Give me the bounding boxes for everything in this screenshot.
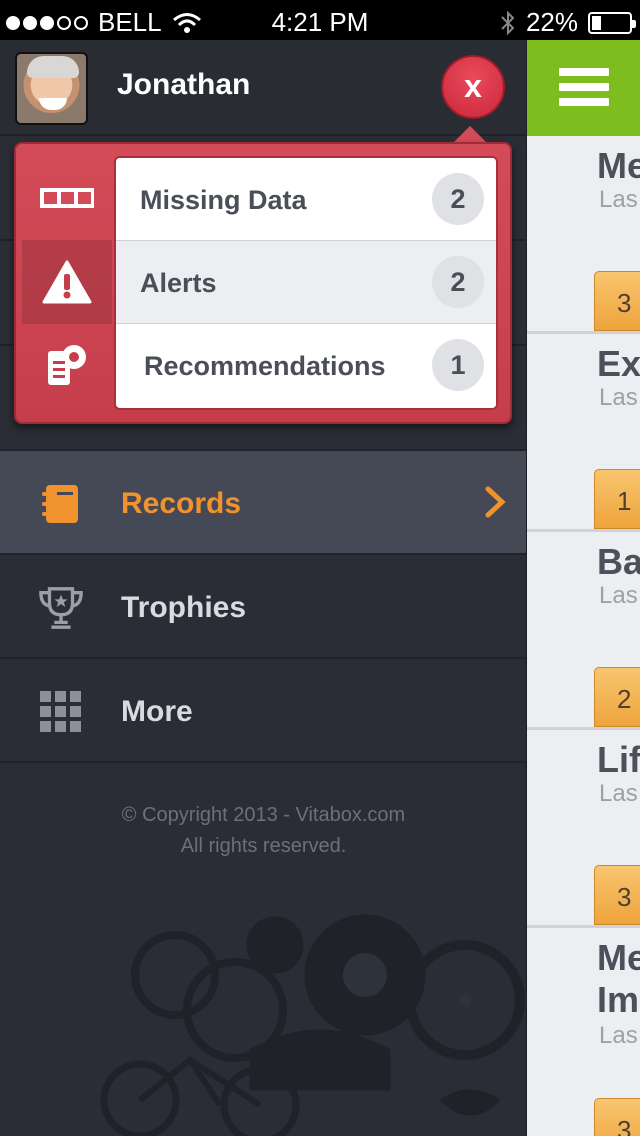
card-title: Ba: [597, 541, 640, 582]
content-topbar: [527, 40, 640, 136]
main-content-panel[interactable]: Me Las 3 Ex Las 1 Ba Las 2 Lif Las 3 Me …: [527, 40, 640, 1136]
battery-percent: 22%: [525, 7, 578, 37]
profile-header: Jonathan x: [0, 40, 526, 136]
bluetooth-icon: [501, 10, 515, 35]
nav-item-records[interactable]: Records: [0, 449, 526, 553]
status-bar: BELL 4:21 PM 22%: [0, 0, 640, 40]
notification-alerts[interactable]: Alerts 2: [116, 241, 496, 324]
nav-item-more[interactable]: More: [0, 657, 526, 761]
nav-menu: Records Trophies More: [0, 449, 526, 763]
avatar[interactable]: [15, 52, 88, 125]
copyright-line: All rights reserved.: [180, 835, 347, 857]
notification-list: Missing Data 2 Alerts 2 Recommendations …: [114, 156, 498, 410]
notebook-icon: [38, 481, 84, 527]
nav-item-label: Records: [121, 487, 242, 520]
card-count-badge: 3: [594, 271, 640, 331]
record-card[interactable]: Lif Las 3: [527, 730, 640, 928]
notification-popover: Missing Data 2 Alerts 2 Recommendations …: [14, 142, 512, 424]
copyright-line: © Copyright 2013 - Vitabox.com: [121, 804, 406, 826]
card-count-badge: 1: [594, 469, 640, 529]
card-title-line2: Im: [597, 979, 640, 1020]
nav-item-trophies[interactable]: Trophies: [0, 553, 526, 657]
notification-label: Alerts: [140, 268, 217, 298]
copyright: © Copyright 2013 - Vitabox.com All right…: [0, 800, 526, 862]
record-card[interactable]: Ex Las 1: [527, 334, 640, 532]
card-subtitle: Las: [599, 1022, 638, 1049]
warning-icon[interactable]: [22, 240, 112, 324]
trophy-icon: [38, 585, 84, 631]
battery-icon: [588, 11, 636, 34]
notification-count: 2: [432, 256, 484, 308]
side-menu: Jonathan x Records Trophies More © Copyr…: [0, 40, 527, 1136]
card-title: Ex: [597, 343, 640, 384]
nav-item-label: Trophies: [121, 591, 247, 624]
card-count-badge: 3: [594, 1098, 640, 1136]
background-illustration: [100, 914, 525, 1136]
record-card[interactable]: Ba Las 2: [527, 532, 640, 730]
recommendation-icon[interactable]: [22, 324, 112, 408]
close-button[interactable]: x: [441, 55, 505, 119]
card-title: Lif: [597, 739, 640, 780]
card-subtitle: Las: [599, 582, 638, 609]
notification-recommendations[interactable]: Recommendations 1: [116, 324, 496, 407]
card-title: Me: [597, 937, 640, 978]
card-subtitle: Las: [599, 384, 638, 411]
notification-label: Missing Data: [140, 185, 307, 215]
grid-row-icon[interactable]: [22, 156, 112, 240]
nav-item-label: More: [121, 695, 193, 728]
hamburger-menu-icon[interactable]: [559, 68, 609, 113]
user-name: Jonathan: [117, 68, 251, 101]
card-subtitle: Las: [599, 186, 638, 213]
grid-icon: [38, 689, 84, 735]
notification-count: 1: [432, 339, 484, 391]
card-subtitle: Las: [599, 780, 638, 807]
notification-icons: [16, 144, 114, 422]
card-count-badge: 3: [594, 865, 640, 925]
chevron-right-icon: [485, 486, 506, 518]
record-card[interactable]: Me Las 3: [527, 136, 640, 334]
card-title: Me: [597, 145, 640, 186]
notification-missing-data[interactable]: Missing Data 2: [116, 158, 496, 241]
notification-label: Recommendations: [144, 351, 386, 381]
card-count-badge: 2: [594, 667, 640, 727]
record-card[interactable]: Me Im Las 3: [527, 928, 640, 1136]
notification-count: 2: [432, 173, 484, 225]
